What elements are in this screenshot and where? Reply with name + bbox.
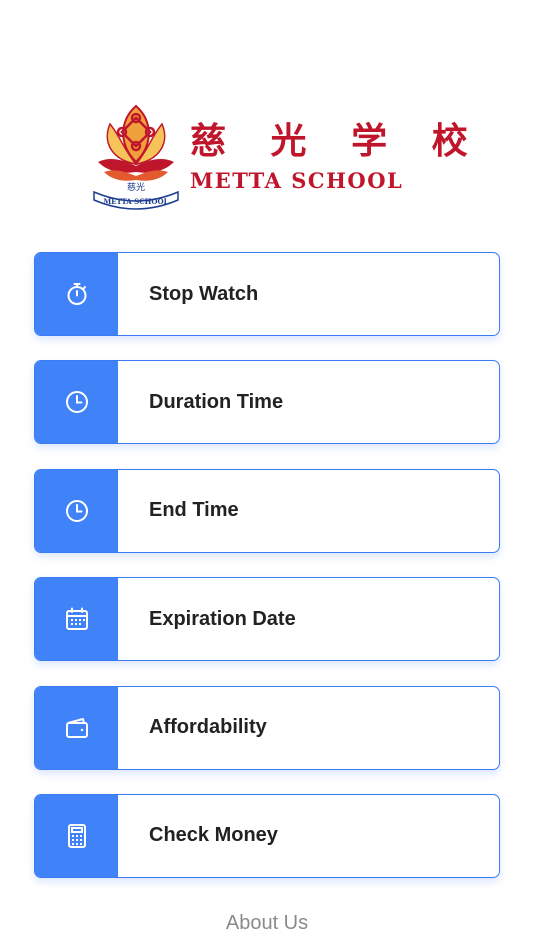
- duration-time-button[interactable]: Duration Time: [34, 360, 500, 445]
- menu-icon-box: [35, 469, 118, 552]
- clock-icon: [65, 499, 88, 522]
- check-money-button[interactable]: Check Money: [34, 793, 500, 878]
- about-us-link[interactable]: About Us: [0, 912, 534, 935]
- end-time-button[interactable]: End Time: [34, 468, 500, 553]
- menu-icon-box: [35, 253, 118, 335]
- menu-icon-box: [35, 686, 118, 769]
- menu-item-label: End Time: [149, 499, 239, 522]
- menu-item-label: Stop Watch: [149, 282, 259, 305]
- expiration-date-button[interactable]: Expiration Date: [34, 577, 500, 662]
- menu-item-label: Expiration Date: [149, 607, 296, 630]
- wallet-icon: [65, 717, 88, 738]
- svg-text:慈光: 慈光: [127, 181, 145, 193]
- main-menu: Stop Watch Duration Time End Time Expira…: [34, 252, 500, 902]
- school-name-chinese: 慈 光 学 校: [190, 120, 484, 162]
- affordability-button[interactable]: Affordability: [34, 685, 500, 770]
- school-emblem: 慈光 METTA SCHOOL: [93, 104, 179, 210]
- menu-item-label: Duration Time: [149, 390, 284, 413]
- menu-item-label: Check Money: [149, 824, 278, 847]
- stopwatch-icon: [67, 283, 86, 305]
- metta-school-logo: 慈光 METTA SCHOOL 慈 光 学 校 METTA SCHOOL: [90, 100, 468, 210]
- menu-icon-box: [35, 794, 118, 877]
- stop-watch-button[interactable]: Stop Watch: [34, 252, 500, 336]
- school-name-english: METTA SCHOOL: [190, 168, 404, 193]
- svg-text:METTA SCHOOL: METTA SCHOOL: [103, 197, 168, 206]
- menu-icon-box: [35, 361, 118, 444]
- menu-icon-box: [35, 578, 118, 661]
- clock-icon: [65, 391, 88, 414]
- calculator-icon: [67, 823, 86, 848]
- calendar-icon: [65, 607, 88, 631]
- menu-item-label: Affordability: [149, 716, 267, 739]
